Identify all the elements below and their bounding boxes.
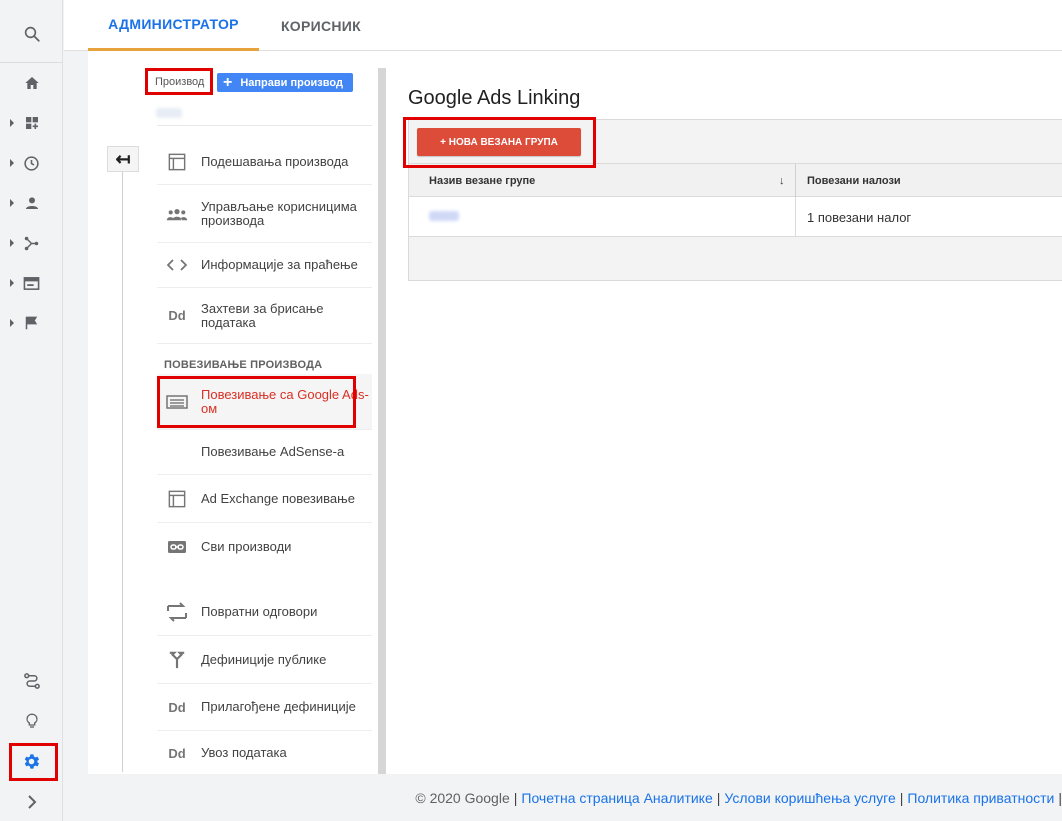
chevron-right-icon (10, 199, 14, 207)
tab-user[interactable]: КОРИСНИК (266, 0, 376, 51)
section-header-product-linking: ПОВЕЗИВАЊЕ ПРОИЗВОДА (164, 359, 323, 371)
arrow-left-icon: ↤ (115, 148, 131, 169)
column-scrollbar[interactable] (378, 68, 386, 774)
highlight-admin-gear (9, 743, 58, 781)
realtime-icon[interactable] (0, 143, 63, 183)
menu-item-all-products[interactable]: Сви производи (157, 523, 372, 571)
menu-label: Ad Exchange повезивање (201, 490, 355, 506)
menu-label: Сви производи (201, 539, 292, 554)
menu-label: Увоз података (201, 745, 287, 760)
menu-item-audience-definitions[interactable]: Дефиниције публике (157, 636, 372, 684)
menu-item-property-settings[interactable]: Подешавања производа (157, 139, 372, 185)
create-property-button[interactable]: + Направи производ (217, 73, 353, 92)
dd-icon: Dd (168, 745, 186, 761)
conversions-flag-icon[interactable] (0, 303, 63, 343)
audience-person-icon[interactable] (0, 183, 63, 223)
chevron-right-icon (10, 319, 14, 327)
property-settings-icon (159, 153, 195, 171)
audience-icon (159, 651, 195, 669)
menu-item-custom-definitions[interactable]: Dd Прилагођене дефиниције (157, 684, 372, 731)
menu-item-user-management[interactable]: Управљање корисницима производа (157, 185, 372, 243)
left-rail (0, 0, 63, 821)
table-row: 1 повезани налог (408, 197, 1062, 237)
highlight-property-label (145, 68, 213, 95)
lightbulb-icon[interactable] (0, 701, 63, 741)
column-header-group-name[interactable]: Назив везане групе (429, 164, 535, 197)
menu-label: Захтеви за брисање података (201, 300, 324, 330)
column-guide-line (122, 172, 123, 772)
copyright-text: © 2020 Google (415, 790, 510, 806)
customization-icon[interactable] (0, 103, 63, 143)
plus-icon: + (223, 73, 233, 91)
linked-accounts-cell: 1 повезани налог (807, 209, 912, 225)
table-footer (408, 237, 1062, 281)
chevron-right-icon (10, 159, 14, 167)
menu-label: Подешавања производа (201, 153, 349, 169)
chevron-right-icon (10, 239, 14, 247)
link-icon (159, 540, 195, 554)
users-icon (159, 207, 195, 221)
menu-item-ad-exchange-linking[interactable]: Ad Exchange повезивање (157, 475, 372, 523)
menu-item-postbacks[interactable]: Повратни одговори (157, 589, 372, 636)
table-header: Назив везане групе ↓ Повезани налози (408, 164, 1062, 197)
postbacks-icon (159, 601, 195, 623)
property-selector-blurred[interactable] (156, 108, 182, 118)
create-property-label: Направи производ (240, 76, 343, 89)
home-icon[interactable] (0, 63, 63, 103)
dd-icon: Dd (168, 699, 186, 715)
code-icon (159, 258, 195, 272)
group-name-link-blurred[interactable] (429, 211, 459, 221)
menu-item-adsense-linking[interactable]: Повезивање AdSense-а (157, 430, 372, 475)
highlight-google-ads-linking (157, 376, 356, 428)
footer-link-analytics-home[interactable]: Почетна страница Аналитике (521, 790, 712, 806)
menu-label: Прилагођене дефиниције (201, 699, 356, 714)
menu-label: Управљање корисницима производа (201, 198, 357, 228)
menu-label: Повратни одговори (201, 604, 318, 619)
back-arrow-button[interactable]: ↤ (107, 146, 139, 172)
menu-label: Информације за праћење (201, 257, 358, 272)
behavior-icon[interactable] (0, 263, 63, 303)
sort-down-arrow-icon[interactable]: ↓ (779, 164, 785, 197)
search-icon[interactable] (0, 14, 63, 54)
footer-link-privacy[interactable]: Политика приватности (907, 790, 1054, 806)
highlight-new-group-button (403, 117, 596, 168)
tab-administrator[interactable]: АДМИНИСТРАТОР (88, 0, 259, 51)
ad-exchange-icon (159, 490, 195, 508)
dd-icon: Dd (168, 308, 186, 323)
menu-label: Повезивање AdSense-а (201, 444, 345, 459)
chevron-right-icon (10, 279, 14, 287)
menu-item-tracking-info[interactable]: Информације за праћење (157, 243, 372, 288)
menu-item-data-import[interactable]: Dd Увоз података (157, 731, 372, 775)
page-footer: © 2020 Google | Почетна страница Аналити… (415, 790, 1062, 806)
menu-item-data-deletion[interactable]: Dd Захтеви за брисање података (157, 288, 372, 344)
chevron-right-icon (10, 119, 14, 127)
expand-rail-icon[interactable] (0, 782, 63, 821)
column-header-linked-accounts[interactable]: Повезани налози (807, 164, 901, 197)
page-title: Google Ads Linking (408, 87, 581, 109)
admin-tabs-bar: АДМИНИСТРАТОР КОРИСНИК (64, 0, 1062, 51)
acquisition-icon[interactable] (0, 223, 63, 263)
attribution-icon[interactable] (0, 661, 63, 701)
menu-label: Дефиниције публике (201, 651, 327, 667)
footer-link-terms[interactable]: Услови коришћења услуге (724, 790, 895, 806)
